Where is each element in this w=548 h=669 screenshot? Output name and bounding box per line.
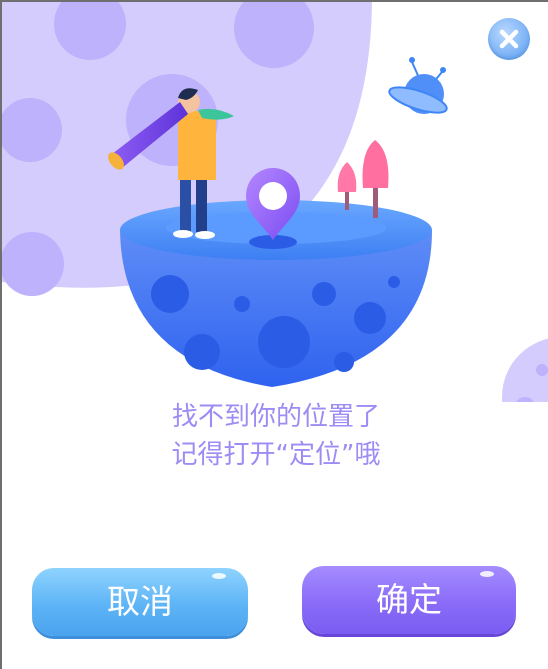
confirm-button[interactable]: 确定 <box>302 566 516 634</box>
small-moon <box>502 338 548 402</box>
cancel-button[interactable]: 取消 <box>32 568 248 636</box>
message-line-1: 找不到你的位置了 <box>171 402 380 432</box>
location-dialog: 找不到你的位置了 记得打开“定位”哦 取消 确定 <box>0 0 548 669</box>
dialog-message: 找不到你的位置了 记得打开“定位”哦 <box>2 398 548 474</box>
ufo-icon <box>388 57 448 114</box>
close-icon <box>499 29 519 49</box>
confirm-button-label: 确定 <box>376 580 442 619</box>
button-shine <box>212 573 226 579</box>
cancel-button-label: 取消 <box>107 582 173 621</box>
button-shine <box>480 571 494 577</box>
location-illustration <box>2 2 548 402</box>
message-line-2: 记得打开“定位”哦 <box>171 440 381 470</box>
close-button[interactable] <box>488 18 530 60</box>
